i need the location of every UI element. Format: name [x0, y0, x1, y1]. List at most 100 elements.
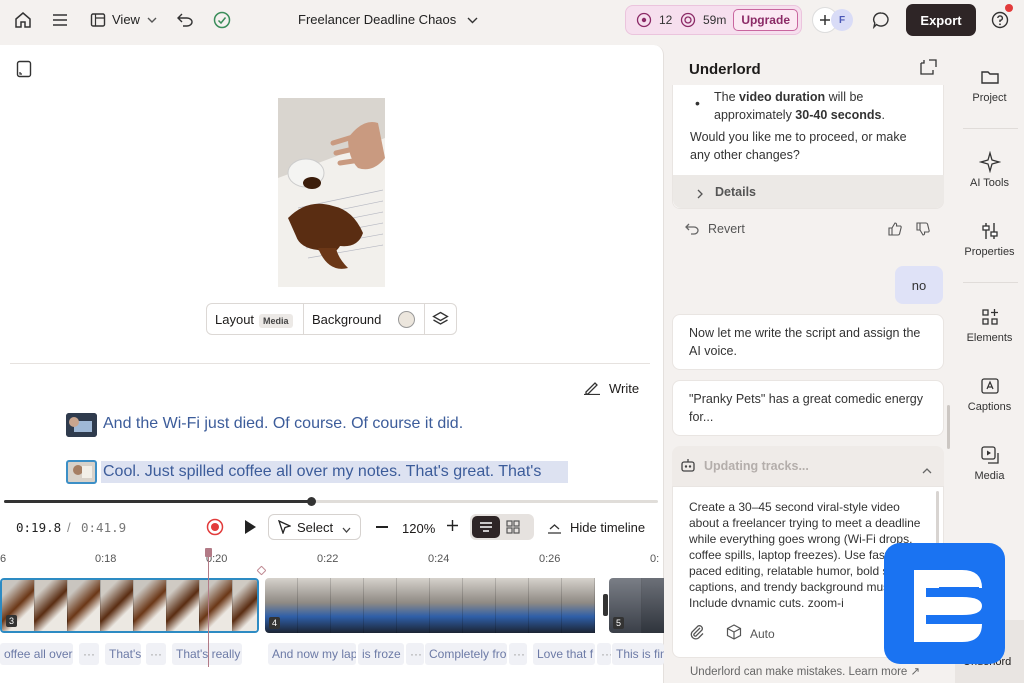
play-icon[interactable]	[243, 519, 257, 538]
video-preview[interactable]	[278, 98, 385, 287]
hide-timeline-icon[interactable]	[547, 520, 562, 537]
media-icon	[980, 446, 999, 464]
bullet-dot: •	[695, 95, 700, 111]
write-pen-icon[interactable]	[583, 379, 601, 400]
avatar[interactable]: F	[831, 9, 853, 31]
layout-label: Layout	[215, 312, 255, 327]
clip-number: 4	[269, 617, 281, 629]
chevron-right-icon	[697, 186, 703, 204]
ruler-tick: 0:22	[317, 553, 339, 565]
thumbs-down-icon[interactable]	[916, 222, 930, 241]
caption-word[interactable]: Completely fro	[425, 643, 507, 665]
sidebar-divider	[963, 282, 1018, 283]
layers-icon[interactable]	[432, 311, 449, 331]
video-clip[interactable]: 4	[265, 578, 603, 633]
script-thumb-active[interactable]	[66, 460, 97, 484]
caption-gap[interactable]: ···	[509, 643, 527, 665]
comment-icon[interactable]	[869, 8, 893, 32]
revert-button[interactable]: Revert	[708, 222, 745, 236]
export-button[interactable]: Export	[906, 4, 976, 36]
upgrade-button[interactable]: Upgrade	[733, 9, 798, 31]
chevron-down-icon[interactable]	[142, 8, 162, 32]
zoom-out-button[interactable]	[376, 526, 388, 528]
sidebar-item-captions[interactable]: Captions	[955, 375, 1024, 413]
disclaimer-link[interactable]: Underlord can make mistakes. Learn more …	[690, 664, 920, 678]
background-button[interactable]: Background	[312, 312, 381, 327]
caption-word[interactable]: And now my lap	[268, 643, 356, 665]
sidebar-item-ai-tools[interactable]: AI Tools	[955, 151, 1024, 189]
caption-gap[interactable]: ···	[406, 643, 424, 665]
undo-icon[interactable]	[173, 8, 197, 32]
captions-icon	[980, 378, 999, 394]
playback-progress-bar[interactable]	[4, 497, 658, 506]
caption-word[interactable]: offee all over	[0, 643, 73, 665]
home-icon[interactable]	[11, 8, 35, 32]
zoom-in-button[interactable]	[446, 519, 459, 535]
playhead-handle[interactable]	[205, 548, 212, 557]
caption-word[interactable]: That's	[105, 643, 141, 665]
new-chat-icon[interactable]	[919, 59, 937, 81]
menu-icon[interactable]	[48, 8, 72, 32]
background-color-swatch[interactable]	[398, 311, 415, 328]
details-toggle[interactable]: Details	[673, 175, 944, 208]
video-clip[interactable]: 3	[0, 578, 259, 633]
view-menu-button[interactable]: View	[112, 12, 140, 27]
timeline-ruler[interactable]: 6 0:18 0:20 0:22 0:24 0:26 0:	[0, 550, 664, 570]
timer-icon	[680, 12, 696, 31]
auto-mode-button[interactable]: Auto	[750, 625, 775, 643]
clip-frame	[200, 580, 233, 631]
caption-word[interactable]: is froze	[358, 643, 404, 665]
hide-timeline-button[interactable]: Hide timeline	[570, 520, 645, 535]
attach-icon[interactable]	[689, 624, 705, 645]
grid-view-icon[interactable]	[506, 520, 520, 537]
clip-frame	[397, 578, 430, 633]
panel-scrollbar[interactable]	[947, 405, 950, 449]
sidebar-item-media[interactable]: Media	[955, 444, 1024, 482]
sidebar-item-elements[interactable]: Elements	[955, 306, 1024, 344]
caption-word[interactable]: Love that f	[533, 643, 595, 665]
elements-icon	[981, 309, 998, 325]
status-header[interactable]: Updating tracks...	[672, 446, 944, 486]
logo-mark-icon	[914, 570, 982, 642]
clip-frame	[562, 578, 595, 633]
clip-trim-handle[interactable]	[603, 594, 608, 616]
caption-gap[interactable]: ···	[146, 643, 166, 665]
revert-icon[interactable]	[685, 222, 699, 240]
clip-number: 5	[613, 617, 625, 629]
user-message: no	[895, 266, 943, 304]
caption-word[interactable]: This is fin	[612, 643, 664, 665]
sidebar-item-label: Properties	[964, 246, 1015, 258]
timeline-view-icon[interactable]	[472, 516, 500, 538]
script-line[interactable]: And the Wi-Fi just died. Of course. Of c…	[103, 415, 463, 433]
ruler-tick: 6	[0, 553, 7, 565]
caption-gap[interactable]: ···	[597, 643, 611, 665]
view-toggle	[470, 514, 534, 540]
sidebar-item-project[interactable]: Project	[955, 66, 1024, 104]
clip-frame	[233, 580, 257, 631]
select-tool-dropdown[interactable]: Select	[268, 514, 361, 540]
title-chevron-down-icon[interactable]	[462, 8, 482, 32]
thumbs-up-icon[interactable]	[888, 222, 902, 241]
caption-word[interactable]: That's really	[172, 643, 242, 665]
clip-frame	[298, 578, 331, 633]
sidebar-item-properties[interactable]: Properties	[955, 220, 1024, 258]
clip-frame	[35, 580, 68, 631]
script-thumb[interactable]	[66, 413, 97, 437]
write-button[interactable]: Write	[609, 381, 639, 396]
saved-check-icon	[210, 8, 234, 32]
video-clip[interactable]: 5	[609, 578, 664, 633]
project-title[interactable]: Freelancer Deadline Chaos	[298, 12, 456, 27]
cube-icon[interactable]	[726, 624, 742, 645]
folder-icon	[980, 71, 999, 84]
script-line-active[interactable]: Cool. Just spilled coffee all over my no…	[103, 463, 541, 481]
clip-frame	[68, 580, 101, 631]
record-icon[interactable]	[206, 518, 224, 539]
view-icon[interactable]	[86, 8, 110, 32]
layout-button[interactable]: Layout Media	[215, 312, 293, 328]
total-time: 0:41.9	[81, 520, 127, 535]
playback-controls: 0:19.8 / 0:41.9 Select 120% Hide timelin…	[0, 510, 664, 546]
aspect-ratio-icon[interactable]	[16, 60, 32, 83]
caption-gap[interactable]: ···	[79, 643, 99, 665]
brand-logo	[884, 543, 1005, 664]
ruler-tick: 0:26	[539, 553, 561, 565]
